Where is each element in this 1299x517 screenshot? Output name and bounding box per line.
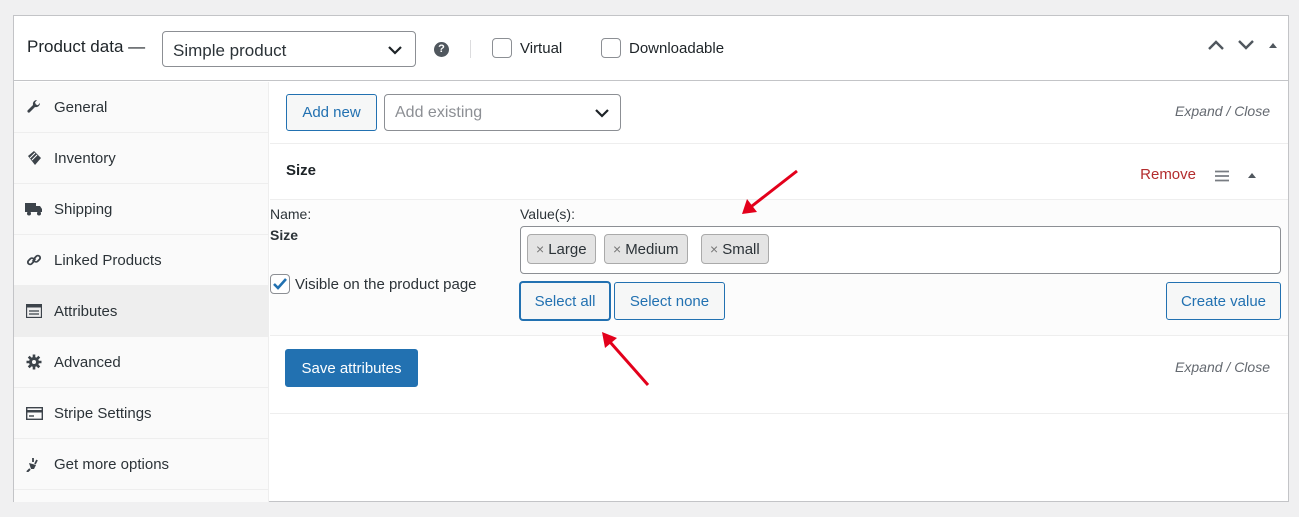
collapse-triangle-icon[interactable]: [1266, 40, 1280, 50]
tab-attributes[interactable]: Attributes: [14, 286, 268, 337]
downloadable-label: Downloadable: [629, 39, 725, 57]
downloadable-checkbox-wrap[interactable]: Downloadable: [601, 38, 724, 58]
downloadable-checkbox[interactable]: [601, 38, 621, 58]
expand-close-link[interactable]: Expand / Close: [1175, 103, 1270, 119]
truck-icon: [25, 200, 43, 218]
visible-checkbox[interactable]: [270, 274, 290, 294]
chevron-down-icon: [388, 46, 402, 55]
tag-icon: [25, 149, 43, 167]
token-label: Large: [548, 240, 587, 258]
remove-token-icon[interactable]: ×: [710, 241, 718, 257]
gear-icon: [25, 353, 43, 371]
tab-label: General: [54, 98, 108, 116]
tab-advanced[interactable]: Advanced: [14, 337, 268, 388]
list-icon: [25, 302, 43, 320]
wrench-icon: [25, 98, 43, 116]
tab-label: Stripe Settings: [54, 404, 152, 422]
product-data-title: Product data —: [27, 37, 146, 56]
tab-linked-products[interactable]: Linked Products: [14, 235, 268, 286]
product-type-select[interactable]: Simple product: [162, 31, 416, 67]
virtual-label: Virtual: [520, 39, 563, 57]
attributes-toolbar: Add new Add existing Expand / Close: [270, 82, 1288, 144]
add-new-button[interactable]: Add new: [286, 94, 377, 131]
select-all-button[interactable]: Select all: [520, 282, 610, 320]
attribute-body: Name: Size Visible on the product page V…: [270, 200, 1288, 336]
value-token[interactable]: × Large: [527, 234, 596, 264]
tab-label: Attributes: [54, 302, 118, 320]
add-existing-placeholder: Add existing: [395, 104, 483, 121]
chevron-down-icon: [595, 109, 609, 118]
tab-shipping[interactable]: Shipping: [14, 184, 268, 235]
tab-general[interactable]: General: [14, 82, 268, 133]
tab-get-more-options[interactable]: Get more options: [14, 439, 268, 490]
remove-token-icon[interactable]: ×: [536, 241, 544, 257]
link-icon: [25, 251, 43, 269]
tab-stripe-settings[interactable]: Stripe Settings: [14, 388, 268, 439]
panel-controls: [1206, 38, 1280, 52]
virtual-checkbox-wrap[interactable]: Virtual: [492, 38, 562, 58]
remove-attribute-link[interactable]: Remove: [1140, 166, 1196, 183]
chevron-up-icon[interactable]: [1206, 38, 1226, 52]
help-icon[interactable]: ?: [434, 42, 449, 57]
attribute-title: Size: [286, 162, 317, 179]
checkmark-icon: [273, 278, 287, 290]
divider: [270, 413, 1288, 414]
expand-close-link[interactable]: Expand / Close: [1175, 359, 1270, 375]
virtual-checkbox[interactable]: [492, 38, 512, 58]
tab-label: Get more options: [54, 455, 170, 473]
visible-label: Visible on the product page: [295, 275, 477, 293]
select-none-button[interactable]: Select none: [614, 282, 725, 320]
drag-handle-icon[interactable]: [1215, 170, 1229, 182]
plug-icon: [25, 455, 43, 473]
attribute-header[interactable]: Size Remove: [270, 144, 1288, 200]
tab-label: Advanced: [54, 353, 121, 371]
create-value-button[interactable]: Create value: [1166, 282, 1281, 320]
attributes-panel: Add new Add existing Expand / Close Size…: [270, 82, 1288, 502]
visible-on-product-page[interactable]: Visible on the product page: [270, 274, 477, 294]
name-value: Size: [270, 227, 299, 243]
card-icon: [25, 404, 43, 422]
token-label: Medium: [625, 240, 679, 258]
token-label: Small: [722, 240, 760, 258]
remove-token-icon[interactable]: ×: [613, 241, 621, 257]
chevron-down-icon[interactable]: [1236, 38, 1256, 52]
product-data-tabs: General Inventory Shipping Linked Produc…: [14, 82, 269, 502]
values-label: Value(s):: [520, 206, 575, 222]
save-attributes-button[interactable]: Save attributes: [285, 349, 418, 387]
product-data-header: Product data — Simple product ? Virtual …: [14, 16, 1288, 81]
tab-label: Shipping: [54, 200, 113, 218]
product-data-panel: Product data — Simple product ? Virtual …: [13, 15, 1289, 502]
header-divider: [470, 40, 471, 58]
value-token[interactable]: × Small: [701, 234, 769, 264]
value-token[interactable]: × Medium: [604, 234, 688, 264]
tab-label: Inventory: [54, 149, 116, 167]
values-input[interactable]: × Large × Medium × Small: [520, 226, 1281, 274]
add-existing-select[interactable]: Add existing: [384, 94, 621, 131]
tab-label: Linked Products: [54, 251, 162, 269]
tab-inventory[interactable]: Inventory: [14, 133, 268, 184]
collapse-triangle-icon[interactable]: [1246, 170, 1258, 180]
product-type-value: Simple product: [173, 41, 287, 60]
name-label: Name:: [270, 206, 312, 222]
